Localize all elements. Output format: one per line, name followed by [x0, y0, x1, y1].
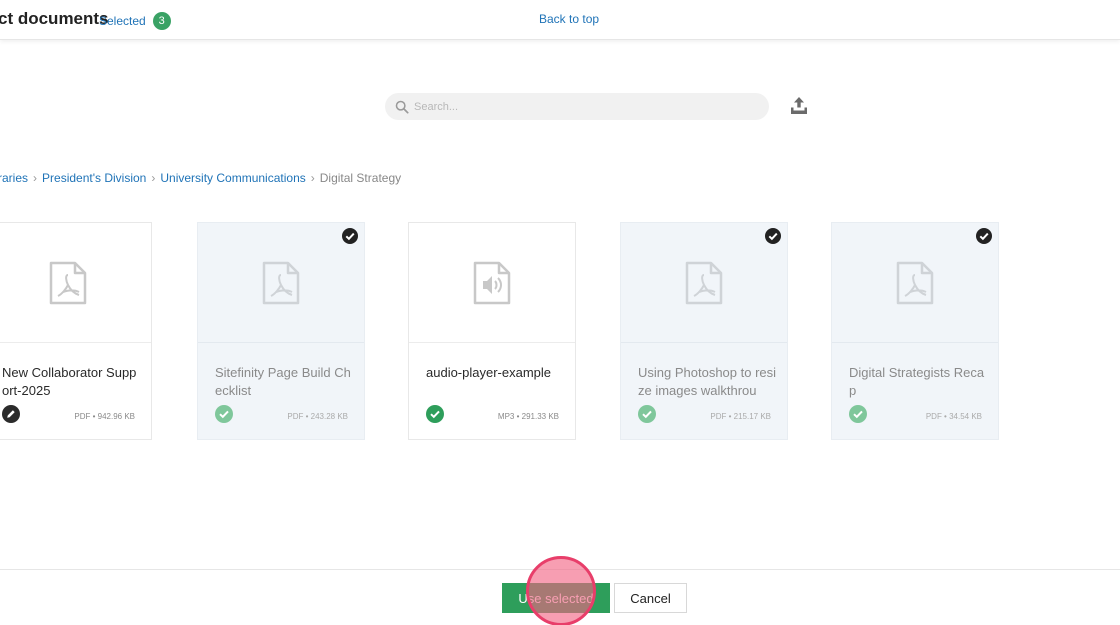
selected-toggle[interactable]: Selected 3: [99, 12, 171, 30]
back-to-top-link[interactable]: Back to top: [539, 12, 599, 26]
chevron-right-icon: ›: [310, 171, 315, 185]
document-name: audio-player-example: [426, 365, 552, 380]
published-check-icon: [215, 405, 233, 423]
selected-checkmark-icon[interactable]: [976, 228, 992, 244]
document-thumbnail: [409, 223, 575, 343]
document-card[interactable]: Digital Strategists Recap PDF • 34.54 KB: [831, 222, 999, 440]
published-check-icon: [849, 405, 867, 423]
document-card[interactable]: audio-player-example MP3 • 291.33 KB: [408, 222, 576, 440]
dialog-footer: Use selected Cancel: [0, 569, 1120, 625]
document-name: Digital Strategists Recap: [849, 365, 985, 398]
document-thumbnail: [198, 223, 364, 343]
published-check-icon: [426, 405, 444, 423]
document-card[interactable]: Sitefinity Page Build Checklist PDF • 24…: [197, 222, 365, 440]
pencil-icon: [2, 405, 20, 423]
document-thumbnail: [832, 223, 998, 343]
document-thumbnail: [0, 223, 151, 343]
pdf-icon: [685, 261, 723, 304]
search-input[interactable]: [414, 100, 754, 113]
breadcrumb-current-digital-strategy: Digital Strategy: [319, 171, 402, 185]
search-icon: [395, 100, 409, 114]
pdf-icon: [262, 261, 300, 304]
selected-count-badge: 3: [152, 12, 171, 30]
pdf-icon: [896, 261, 934, 304]
audio-file-icon: [473, 261, 511, 304]
document-meta: PDF • 34.54 KB: [925, 412, 982, 421]
search-box[interactable]: [385, 93, 769, 120]
document-thumbnail: [621, 223, 787, 343]
published-check-icon: [638, 405, 656, 423]
chevron-right-icon: ›: [151, 171, 156, 185]
document-card[interactable]: Using Photoshop to resize images walkthr…: [620, 222, 788, 440]
document-name: New Collaborator Support-2025: [2, 365, 137, 398]
chevron-right-icon: ›: [33, 171, 38, 185]
breadcrumb-item-presidents-division[interactable]: President's Division: [42, 171, 146, 185]
document-name: Using Photoshop to resize images walkthr…: [638, 365, 777, 398]
document-meta: PDF • 942.96 KB: [74, 412, 135, 421]
document-card[interactable]: New Collaborator Support-2025 PDF • 942.…: [0, 222, 152, 440]
pdf-icon: [49, 261, 87, 304]
breadcrumb-item-university-communications[interactable]: University Communications: [160, 171, 305, 185]
document-meta: MP3 • 291.33 KB: [497, 412, 559, 421]
document-name: Sitefinity Page Build Checklist: [215, 365, 351, 398]
document-meta: PDF • 243.28 KB: [287, 412, 348, 421]
cancel-button[interactable]: Cancel: [614, 583, 687, 613]
page-title: ct documents: [0, 9, 109, 28]
document-meta: PDF • 215.17 KB: [710, 412, 771, 421]
selected-label: Selected: [99, 14, 146, 28]
breadcrumb-item-libraries[interactable]: raries: [0, 171, 28, 185]
dialog-header: ct documents Selected 3 Back to top: [0, 0, 1120, 40]
selected-checkmark-icon[interactable]: [342, 228, 358, 244]
breadcrumb: raries › President's Division › Universi…: [0, 171, 401, 185]
upload-icon[interactable]: [789, 95, 809, 115]
selected-checkmark-icon[interactable]: [765, 228, 781, 244]
use-selected-button[interactable]: Use selected: [502, 583, 610, 613]
